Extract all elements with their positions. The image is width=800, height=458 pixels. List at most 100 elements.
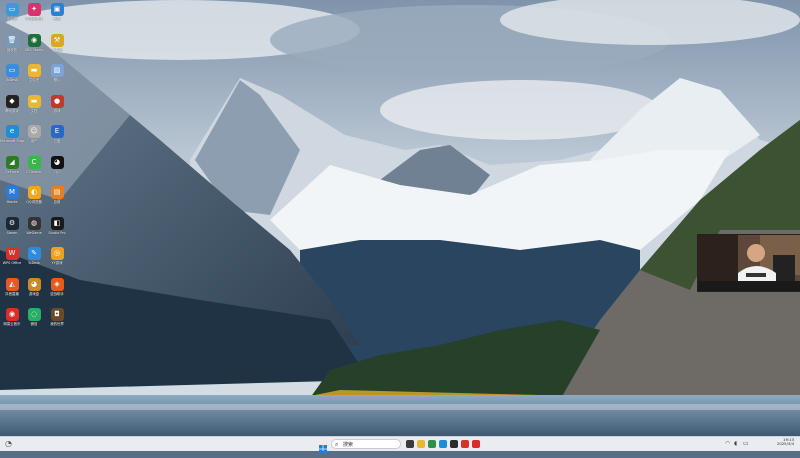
- box-icon: ▤: [50, 186, 64, 199]
- recycle-bin-icon: 🗑: [5, 33, 19, 47]
- screenshot-icon: ▣: [50, 3, 64, 16]
- desktop-shortcut[interactable]: ◍ WeGame: [22, 216, 46, 247]
- desktop-shortcut-label: ToDesk: [6, 78, 18, 82]
- game2-icon: ◈: [50, 277, 64, 291]
- widgets-icon[interactable]: ◔: [5, 439, 12, 449]
- computer-icon: ▭: [5, 3, 19, 16]
- desktop-shortcut[interactable]: E 云盘: [45, 125, 69, 155]
- desktop-shortcut-label: 逆战助手: [50, 291, 64, 296]
- windows-logo-icon: [319, 445, 327, 453]
- desktop-shortcut[interactable]: M Mobile: [0, 186, 24, 216]
- desktop-shortcut-label: 此电脑: [6, 17, 18, 21]
- search-icon: ⌕: [335, 441, 339, 448]
- desktop-shortcut-label: QQ浏览器: [26, 200, 42, 204]
- clock-date: 2025/3/4: [776, 441, 794, 447]
- desktop-shortcut[interactable]: ✦ 扩展管理器: [22, 3, 46, 33]
- desktop-shortcut[interactable]: ▭ 此电脑: [0, 3, 24, 33]
- desktop-shortcut[interactable]: ◌ 微信: [22, 308, 46, 338]
- picture-icon: ▨: [50, 64, 64, 77]
- webcam-overlay: [697, 234, 800, 292]
- nvidia-icon: ◢: [5, 155, 19, 169]
- edge-icon[interactable]: [439, 440, 447, 448]
- desktop-shortcut-label: 文档: [30, 108, 38, 113]
- browser-icon: ◐: [27, 186, 41, 199]
- desktop-shortcut[interactable]: ◕ QQ: [45, 155, 69, 186]
- system-clock[interactable]: 19:13 2025/3/4: [770, 437, 794, 447]
- desktop-shortcut[interactable]: ▬ 文件夹: [22, 64, 46, 94]
- desktop-shortcut[interactable]: C CCleaner: [22, 155, 46, 186]
- edge-icon: e: [5, 125, 19, 138]
- game3-icon: ◘: [50, 308, 64, 321]
- desktop-shortcut[interactable]: ◢ GeForce: [0, 155, 24, 186]
- orange-app-icon: ◭: [5, 277, 19, 291]
- pen-icon: ✎: [27, 247, 41, 260]
- studio-icon: ◧: [50, 216, 64, 230]
- desktop-shortcut-label: OBS Studio: [24, 47, 44, 52]
- desktop-shortcut-label: QQ: [54, 169, 60, 174]
- desktop-shortcut[interactable]: ▨ 照片: [45, 64, 69, 94]
- desktop-shortcut-label: WeGame: [26, 230, 42, 235]
- terminal-icon[interactable]: [450, 440, 458, 448]
- desktop-shortcut-label: 抖音直播: [5, 291, 19, 296]
- chrome-icon[interactable]: [428, 440, 436, 448]
- desktop-shortcut[interactable]: ✎ ToDesk: [22, 247, 46, 277]
- desktop-shortcut[interactable]: ◕ 游戏盒: [22, 277, 46, 308]
- desktop-shortcut[interactable]: ☺ 用户: [22, 125, 46, 155]
- volume-icon[interactable]: ◖: [734, 439, 737, 449]
- monitor-icon: ▭: [5, 64, 19, 77]
- desktop-shortcut[interactable]: ▣ 截图: [45, 3, 69, 33]
- desktop-shortcut[interactable]: W WPS Office: [0, 247, 24, 277]
- e-icon: E: [50, 125, 64, 138]
- desktop-shortcut[interactable]: ◭ 抖音直播: [0, 277, 24, 308]
- start-button[interactable]: [318, 439, 328, 453]
- desktop-shortcut-label: 文件夹: [28, 78, 40, 82]
- desktop-shortcut-label: Steam: [6, 230, 18, 235]
- desktop-shortcut[interactable]: ◘ 我的世界: [45, 308, 69, 338]
- desktop-shortcut[interactable]: ◆ 腾讯游戏: [0, 94, 24, 125]
- desktop-shortcut[interactable]: ◈ 逆战助手: [45, 277, 69, 308]
- desktop-icon-grid: ▭ 此电脑 ✦ 扩展管理器 ▣ 截图 🗑 回收站 ◉ OBS Studio ⚒ 工具箱 ▭ ToDesk ▬…: [0, 0, 66, 432]
- desktop-shortcut[interactable]: ⚙ Steam: [0, 216, 24, 247]
- desktop-shortcut-label: 腾讯游戏: [5, 108, 19, 113]
- desktop-shortcut[interactable]: ◉ OBS Studio: [22, 33, 46, 64]
- wps-icon[interactable]: [461, 440, 469, 448]
- taskbar-search-box[interactable]: ⌕ 搜索: [331, 439, 401, 449]
- desktop-shortcut[interactable]: ◉ 网易云音乐: [0, 308, 24, 338]
- desktop-shortcut-label: Microsoft Edge: [0, 139, 24, 143]
- desktop-shortcut-label: 我的世界: [50, 322, 64, 326]
- desktop-shortcut-label: 截图: [53, 17, 61, 21]
- person-icon: ☺: [27, 125, 41, 138]
- file-explorer-icon[interactable]: [417, 440, 425, 448]
- search-placeholder: 搜索: [343, 442, 354, 448]
- taskbar: ◔ ⌕ 搜索 ◠ ◖ ▭ 19:13 2025/3/4: [0, 436, 800, 453]
- desktop-shortcut-label: 游戏盒: [28, 291, 40, 296]
- desktop-shortcut-label: 网易云音乐: [3, 322, 21, 326]
- desktop-shortcut-label: WPS Office: [2, 261, 22, 265]
- desktop-shortcut[interactable]: ◐ QQ浏览器: [22, 186, 46, 216]
- desktop-shortcut-label: 回收站: [6, 47, 18, 52]
- network-icon[interactable]: ◠: [725, 439, 730, 449]
- desktop-shortcut[interactable]: ▭ ToDesk: [0, 64, 24, 94]
- task-view-icon[interactable]: [406, 440, 414, 448]
- desktop-shortcut-label: YY游戏: [51, 261, 63, 265]
- desktop-wallpaper: [0, 0, 800, 436]
- bear-icon: ◕: [27, 277, 41, 291]
- desktop-shortcut[interactable]: ● 游戏: [45, 94, 69, 125]
- desktop-shortcut-label: Mobile: [6, 200, 18, 204]
- mobile-icon: M: [5, 186, 19, 199]
- owl-icon: ◎: [50, 247, 64, 260]
- desktop-shortcut-label: 照片: [53, 78, 61, 82]
- desktop-shortcut[interactable]: e Microsoft Edge: [0, 125, 24, 155]
- game-icon: ◆: [5, 94, 19, 108]
- desktop-shortcut[interactable]: ◧ Studio Pro: [45, 216, 69, 247]
- desktop-shortcut[interactable]: ▬ 文档: [22, 94, 46, 125]
- desktop-shortcut[interactable]: 🗑 回收站: [0, 33, 24, 64]
- desktop-shortcut[interactable]: ◎ YY游戏: [45, 247, 69, 277]
- desktop-shortcut-label: 微信: [30, 322, 38, 326]
- toolbox-icon: ⚒: [50, 33, 64, 47]
- battery-icon[interactable]: ▭: [743, 439, 749, 449]
- red-app-icon[interactable]: [472, 440, 480, 448]
- desktop-shortcut[interactable]: ⚒ 工具箱: [45, 33, 69, 64]
- desktop-shortcut[interactable]: ▤ 应用: [45, 186, 69, 216]
- desktop-shortcut-label: ToDesk: [28, 261, 40, 265]
